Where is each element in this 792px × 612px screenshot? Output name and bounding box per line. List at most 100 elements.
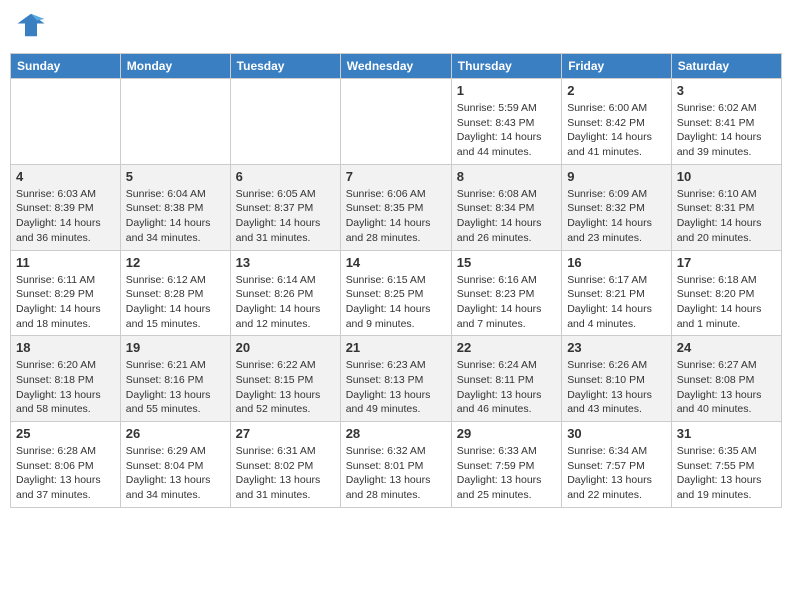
day-number: 7 xyxy=(346,169,446,184)
day-number: 18 xyxy=(16,340,115,355)
day-info: Sunrise: 6:24 AMSunset: 8:11 PMDaylight:… xyxy=(457,358,556,417)
day-info: Sunrise: 6:16 AMSunset: 8:23 PMDaylight:… xyxy=(457,273,556,332)
logo-icon xyxy=(16,10,46,40)
day-info: Sunrise: 6:26 AMSunset: 8:10 PMDaylight:… xyxy=(567,358,666,417)
page-header xyxy=(10,10,782,45)
day-info: Sunrise: 6:00 AMSunset: 8:42 PMDaylight:… xyxy=(567,101,666,160)
day-info: Sunrise: 6:27 AMSunset: 8:08 PMDaylight:… xyxy=(677,358,776,417)
calendar-week-row: 25 Sunrise: 6:28 AMSunset: 8:06 PMDayligh… xyxy=(11,422,782,508)
day-number: 6 xyxy=(236,169,335,184)
day-info: Sunrise: 6:15 AMSunset: 8:25 PMDaylight:… xyxy=(346,273,446,332)
calendar-week-row: 1 Sunrise: 5:59 AMSunset: 8:43 PMDaylight… xyxy=(11,79,782,165)
day-info: Sunrise: 6:21 AMSunset: 8:16 PMDaylight:… xyxy=(126,358,225,417)
day-info: Sunrise: 6:12 AMSunset: 8:28 PMDaylight:… xyxy=(126,273,225,332)
calendar-cell: 21 Sunrise: 6:23 AMSunset: 8:13 PMDayligh… xyxy=(340,336,451,422)
day-number: 20 xyxy=(236,340,335,355)
calendar-cell: 9 Sunrise: 6:09 AMSunset: 8:32 PMDaylight… xyxy=(562,164,672,250)
day-info: Sunrise: 6:28 AMSunset: 8:06 PMDaylight:… xyxy=(16,444,115,503)
day-number: 5 xyxy=(126,169,225,184)
weekday-header-friday: Friday xyxy=(562,54,672,79)
day-number: 21 xyxy=(346,340,446,355)
day-info: Sunrise: 6:11 AMSunset: 8:29 PMDaylight:… xyxy=(16,273,115,332)
day-info: Sunrise: 6:02 AMSunset: 8:41 PMDaylight:… xyxy=(677,101,776,160)
calendar-cell: 4 Sunrise: 6:03 AMSunset: 8:39 PMDaylight… xyxy=(11,164,121,250)
calendar-week-row: 11Sunrise: 6:11 AMSunset: 8:29 PMDayligh… xyxy=(11,250,782,336)
day-number: 26 xyxy=(126,426,225,441)
calendar-cell: 30 Sunrise: 6:34 AMSunset: 7:57 PMDayligh… xyxy=(562,422,672,508)
day-number: 27 xyxy=(236,426,335,441)
day-info: Sunrise: 5:59 AMSunset: 8:43 PMDaylight:… xyxy=(457,101,556,160)
calendar-body: 1 Sunrise: 5:59 AMSunset: 8:43 PMDaylight… xyxy=(11,79,782,508)
day-info: Sunrise: 6:20 AMSunset: 8:18 PMDaylight:… xyxy=(16,358,115,417)
day-number: 22 xyxy=(457,340,556,355)
calendar-cell: 7 Sunrise: 6:06 AMSunset: 8:35 PMDaylight… xyxy=(340,164,451,250)
weekday-header-thursday: Thursday xyxy=(451,54,561,79)
calendar-cell xyxy=(340,79,451,165)
day-number: 1 xyxy=(457,83,556,98)
day-number: 23 xyxy=(567,340,666,355)
calendar-cell: 10 Sunrise: 6:10 AMSunset: 8:31 PMDayligh… xyxy=(671,164,781,250)
calendar-cell: 2 Sunrise: 6:00 AMSunset: 8:42 PMDaylight… xyxy=(562,79,672,165)
day-info: Sunrise: 6:05 AMSunset: 8:37 PMDaylight:… xyxy=(236,187,335,246)
calendar-cell: 15 Sunrise: 6:16 AMSunset: 8:23 PMDayligh… xyxy=(451,250,561,336)
day-number: 13 xyxy=(236,255,335,270)
day-info: Sunrise: 6:22 AMSunset: 8:15 PMDaylight:… xyxy=(236,358,335,417)
day-number: 24 xyxy=(677,340,776,355)
calendar-cell: 29Sunrise: 6:33 AMSunset: 7:59 PMDayligh… xyxy=(451,422,561,508)
calendar-week-row: 18 Sunrise: 6:20 AMSunset: 8:18 PMDayligh… xyxy=(11,336,782,422)
calendar-cell: 18 Sunrise: 6:20 AMSunset: 8:18 PMDayligh… xyxy=(11,336,121,422)
day-info: Sunrise: 6:06 AMSunset: 8:35 PMDaylight:… xyxy=(346,187,446,246)
day-number: 4 xyxy=(16,169,115,184)
day-info: Sunrise: 6:17 AMSunset: 8:21 PMDaylight:… xyxy=(567,273,666,332)
day-info: Sunrise: 6:10 AMSunset: 8:31 PMDaylight:… xyxy=(677,187,776,246)
calendar-week-row: 4 Sunrise: 6:03 AMSunset: 8:39 PMDaylight… xyxy=(11,164,782,250)
day-info: Sunrise: 6:14 AMSunset: 8:26 PMDaylight:… xyxy=(236,273,335,332)
day-info: Sunrise: 6:33 AMSunset: 7:59 PMDaylight:… xyxy=(457,444,556,503)
day-number: 2 xyxy=(567,83,666,98)
calendar-cell: 1 Sunrise: 5:59 AMSunset: 8:43 PMDaylight… xyxy=(451,79,561,165)
calendar-cell xyxy=(230,79,340,165)
day-info: Sunrise: 6:03 AMSunset: 8:39 PMDaylight:… xyxy=(16,187,115,246)
weekday-header-wednesday: Wednesday xyxy=(340,54,451,79)
calendar-cell: 13 Sunrise: 6:14 AMSunset: 8:26 PMDayligh… xyxy=(230,250,340,336)
day-number: 31 xyxy=(677,426,776,441)
weekday-header-row: SundayMondayTuesdayWednesdayThursdayFrid… xyxy=(11,54,782,79)
day-info: Sunrise: 6:23 AMSunset: 8:13 PMDaylight:… xyxy=(346,358,446,417)
day-info: Sunrise: 6:18 AMSunset: 8:20 PMDaylight:… xyxy=(677,273,776,332)
calendar-cell: 22 Sunrise: 6:24 AMSunset: 8:11 PMDayligh… xyxy=(451,336,561,422)
day-number: 14 xyxy=(346,255,446,270)
calendar-cell: 6 Sunrise: 6:05 AMSunset: 8:37 PMDaylight… xyxy=(230,164,340,250)
day-number: 25 xyxy=(16,426,115,441)
calendar-cell xyxy=(120,79,230,165)
day-number: 8 xyxy=(457,169,556,184)
calendar-cell xyxy=(11,79,121,165)
day-number: 15 xyxy=(457,255,556,270)
day-number: 9 xyxy=(567,169,666,184)
calendar-cell: 5Sunrise: 6:04 AMSunset: 8:38 PMDaylight… xyxy=(120,164,230,250)
day-info: Sunrise: 6:29 AMSunset: 8:04 PMDaylight:… xyxy=(126,444,225,503)
weekday-header-monday: Monday xyxy=(120,54,230,79)
calendar-cell: 26 Sunrise: 6:29 AMSunset: 8:04 PMDayligh… xyxy=(120,422,230,508)
day-number: 28 xyxy=(346,426,446,441)
day-info: Sunrise: 6:09 AMSunset: 8:32 PMDaylight:… xyxy=(567,187,666,246)
calendar-cell: 11Sunrise: 6:11 AMSunset: 8:29 PMDayligh… xyxy=(11,250,121,336)
day-number: 30 xyxy=(567,426,666,441)
day-number: 16 xyxy=(567,255,666,270)
calendar-cell: 12Sunrise: 6:12 AMSunset: 8:28 PMDayligh… xyxy=(120,250,230,336)
calendar-cell: 16 Sunrise: 6:17 AMSunset: 8:21 PMDayligh… xyxy=(562,250,672,336)
day-number: 19 xyxy=(126,340,225,355)
day-info: Sunrise: 6:08 AMSunset: 8:34 PMDaylight:… xyxy=(457,187,556,246)
day-info: Sunrise: 6:34 AMSunset: 7:57 PMDaylight:… xyxy=(567,444,666,503)
calendar-cell: 17 Sunrise: 6:18 AMSunset: 8:20 PMDayligh… xyxy=(671,250,781,336)
calendar-cell: 24 Sunrise: 6:27 AMSunset: 8:08 PMDayligh… xyxy=(671,336,781,422)
calendar-cell: 8 Sunrise: 6:08 AMSunset: 8:34 PMDaylight… xyxy=(451,164,561,250)
calendar-cell: 3Sunrise: 6:02 AMSunset: 8:41 PMDaylight… xyxy=(671,79,781,165)
calendar-cell: 14 Sunrise: 6:15 AMSunset: 8:25 PMDayligh… xyxy=(340,250,451,336)
day-info: Sunrise: 6:31 AMSunset: 8:02 PMDaylight:… xyxy=(236,444,335,503)
calendar-cell: 19 Sunrise: 6:21 AMSunset: 8:16 PMDayligh… xyxy=(120,336,230,422)
weekday-header-saturday: Saturday xyxy=(671,54,781,79)
day-number: 10 xyxy=(677,169,776,184)
logo xyxy=(14,10,46,45)
day-number: 17 xyxy=(677,255,776,270)
calendar-cell: 20 Sunrise: 6:22 AMSunset: 8:15 PMDayligh… xyxy=(230,336,340,422)
